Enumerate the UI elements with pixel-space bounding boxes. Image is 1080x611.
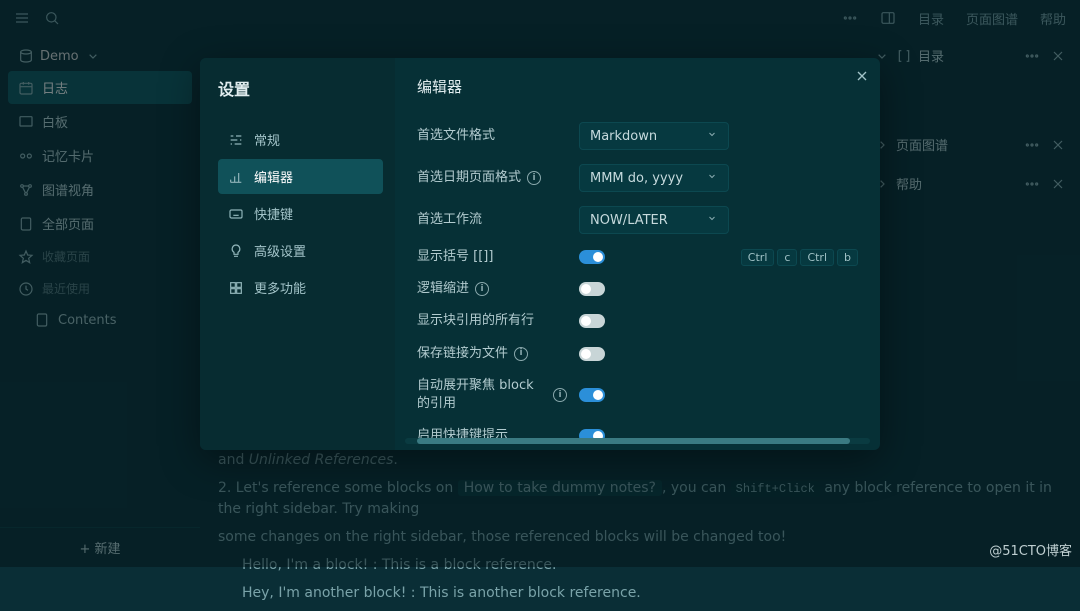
setting-date-format: 首选日期页面格式i MMM do, yyyy xyxy=(417,157,858,199)
editor-icon xyxy=(228,169,244,185)
setting-workflow: 首选工作流 NOW/LATER xyxy=(417,199,858,241)
settings-nav: 设置 常规 编辑器 快捷键 高级设置 更多功能 xyxy=(200,58,395,450)
horizontal-scrollbar[interactable] xyxy=(405,438,870,444)
section-title: 编辑器 xyxy=(417,76,858,97)
toggle-save-links-file[interactable] xyxy=(579,347,605,361)
bulb-icon xyxy=(228,243,244,259)
toggle-show-all-lines[interactable] xyxy=(579,314,605,328)
keyboard-icon xyxy=(228,206,244,222)
chevron-down-icon xyxy=(706,128,718,144)
info-icon[interactable]: i xyxy=(527,171,541,185)
watermark: @51CTO博客 xyxy=(989,540,1072,559)
nav-editor[interactable]: 编辑器 xyxy=(218,159,383,194)
info-icon[interactable]: i xyxy=(514,347,528,361)
feature-icon xyxy=(228,280,244,296)
settings-title: 设置 xyxy=(218,76,383,100)
setting-brackets: 显示括号 [[]] CtrlcCtrlb xyxy=(417,241,858,273)
setting-save-links-file: 保存链接为文件i xyxy=(417,338,858,370)
kbd-hint: CtrlcCtrlb xyxy=(741,249,858,266)
toggle-brackets[interactable] xyxy=(579,250,605,264)
select-workflow[interactable]: NOW/LATER xyxy=(579,206,729,234)
nav-features[interactable]: 更多功能 xyxy=(218,270,383,305)
select-file-format[interactable]: Markdown xyxy=(579,122,729,150)
select-date-format[interactable]: MMM do, yyyy xyxy=(579,164,729,192)
toggle-auto-expand[interactable] xyxy=(579,388,605,402)
setting-shortcut-hint: 启用快捷键提示 xyxy=(417,420,858,450)
setting-show-all-lines: 显示块引用的所有行 xyxy=(417,305,858,337)
toggle-logical-indent[interactable] xyxy=(579,282,605,296)
setting-logical-indent: 逻辑缩进i xyxy=(417,273,858,305)
close-modal-button[interactable] xyxy=(854,68,870,88)
setting-auto-expand: 自动展开聚焦 block 的引用i xyxy=(417,370,858,420)
nav-general[interactable]: 常规 xyxy=(218,122,383,157)
settings-modal: 设置 常规 编辑器 快捷键 高级设置 更多功能 编辑器 首选文件格式 Markd… xyxy=(200,58,880,450)
chevron-down-icon xyxy=(706,170,718,186)
info-icon[interactable]: i xyxy=(475,282,489,296)
nav-shortcuts[interactable]: 快捷键 xyxy=(218,196,383,231)
nav-advanced[interactable]: 高级设置 xyxy=(218,233,383,268)
settings-body: 编辑器 首选文件格式 Markdown 首选日期页面格式i MMM do, yy… xyxy=(395,58,880,450)
info-icon[interactable]: i xyxy=(553,388,567,402)
chevron-down-icon xyxy=(706,212,718,228)
settings-icon xyxy=(228,132,244,148)
setting-file-format: 首选文件格式 Markdown xyxy=(417,115,858,157)
